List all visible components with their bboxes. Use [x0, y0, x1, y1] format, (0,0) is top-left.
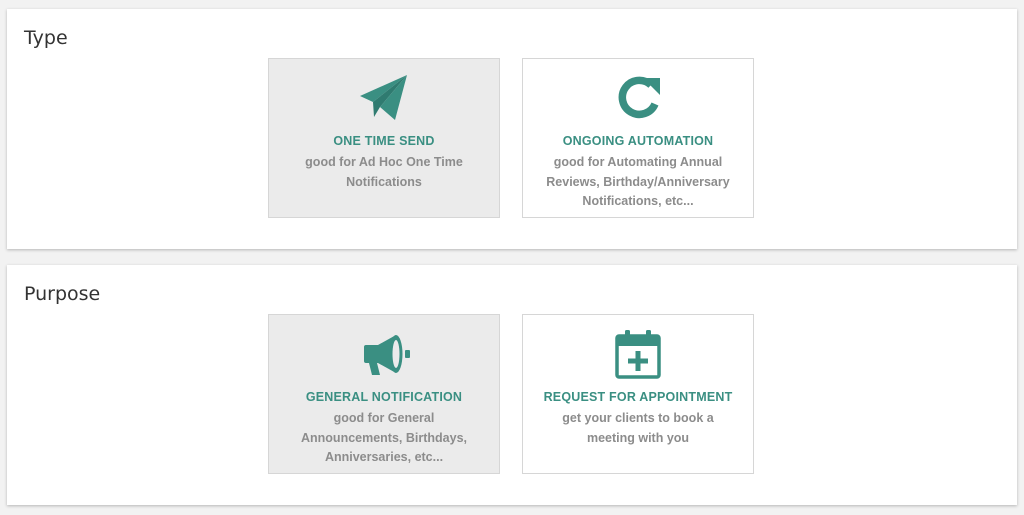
ongoing-automation-card[interactable]: ONGOING AUTOMATION good for Automating A… [522, 58, 754, 218]
one-time-send-description: good for Ad Hoc One Time Notifications [305, 155, 463, 189]
request-appointment-description: get your clients to book a meeting with … [562, 411, 714, 445]
one-time-send-title: ONE TIME SEND [333, 134, 435, 148]
general-notification-title: GENERAL NOTIFICATION [305, 390, 463, 404]
purpose-panel: Purpose GENERAL NOTIFICATION good for Ge… [7, 265, 1017, 505]
general-notification-description: good for General Announcements, Birthday… [301, 411, 467, 464]
refresh-icon [523, 71, 753, 127]
general-notification-card[interactable]: GENERAL NOTIFICATION good for General An… [268, 314, 500, 474]
megaphone-icon [269, 327, 499, 383]
ongoing-automation-description: good for Automating Annual Reviews, Birt… [546, 155, 730, 208]
calendar-plus-icon [523, 327, 753, 383]
one-time-send-card[interactable]: ONE TIME SEND good for Ad Hoc One Time N… [268, 58, 500, 218]
request-appointment-title: REQUEST FOR APPOINTMENT [543, 390, 733, 404]
ongoing-automation-title: ONGOING AUTOMATION [562, 134, 714, 148]
type-panel: Type ONE TIME SEND good for Ad Hoc One T… [7, 9, 1017, 249]
purpose-section-title: Purpose [24, 283, 101, 305]
paper-plane-icon [269, 71, 499, 127]
request-appointment-card[interactable]: REQUEST FOR APPOINTMENT get your clients… [522, 314, 754, 474]
type-section-title: Type [24, 27, 68, 49]
